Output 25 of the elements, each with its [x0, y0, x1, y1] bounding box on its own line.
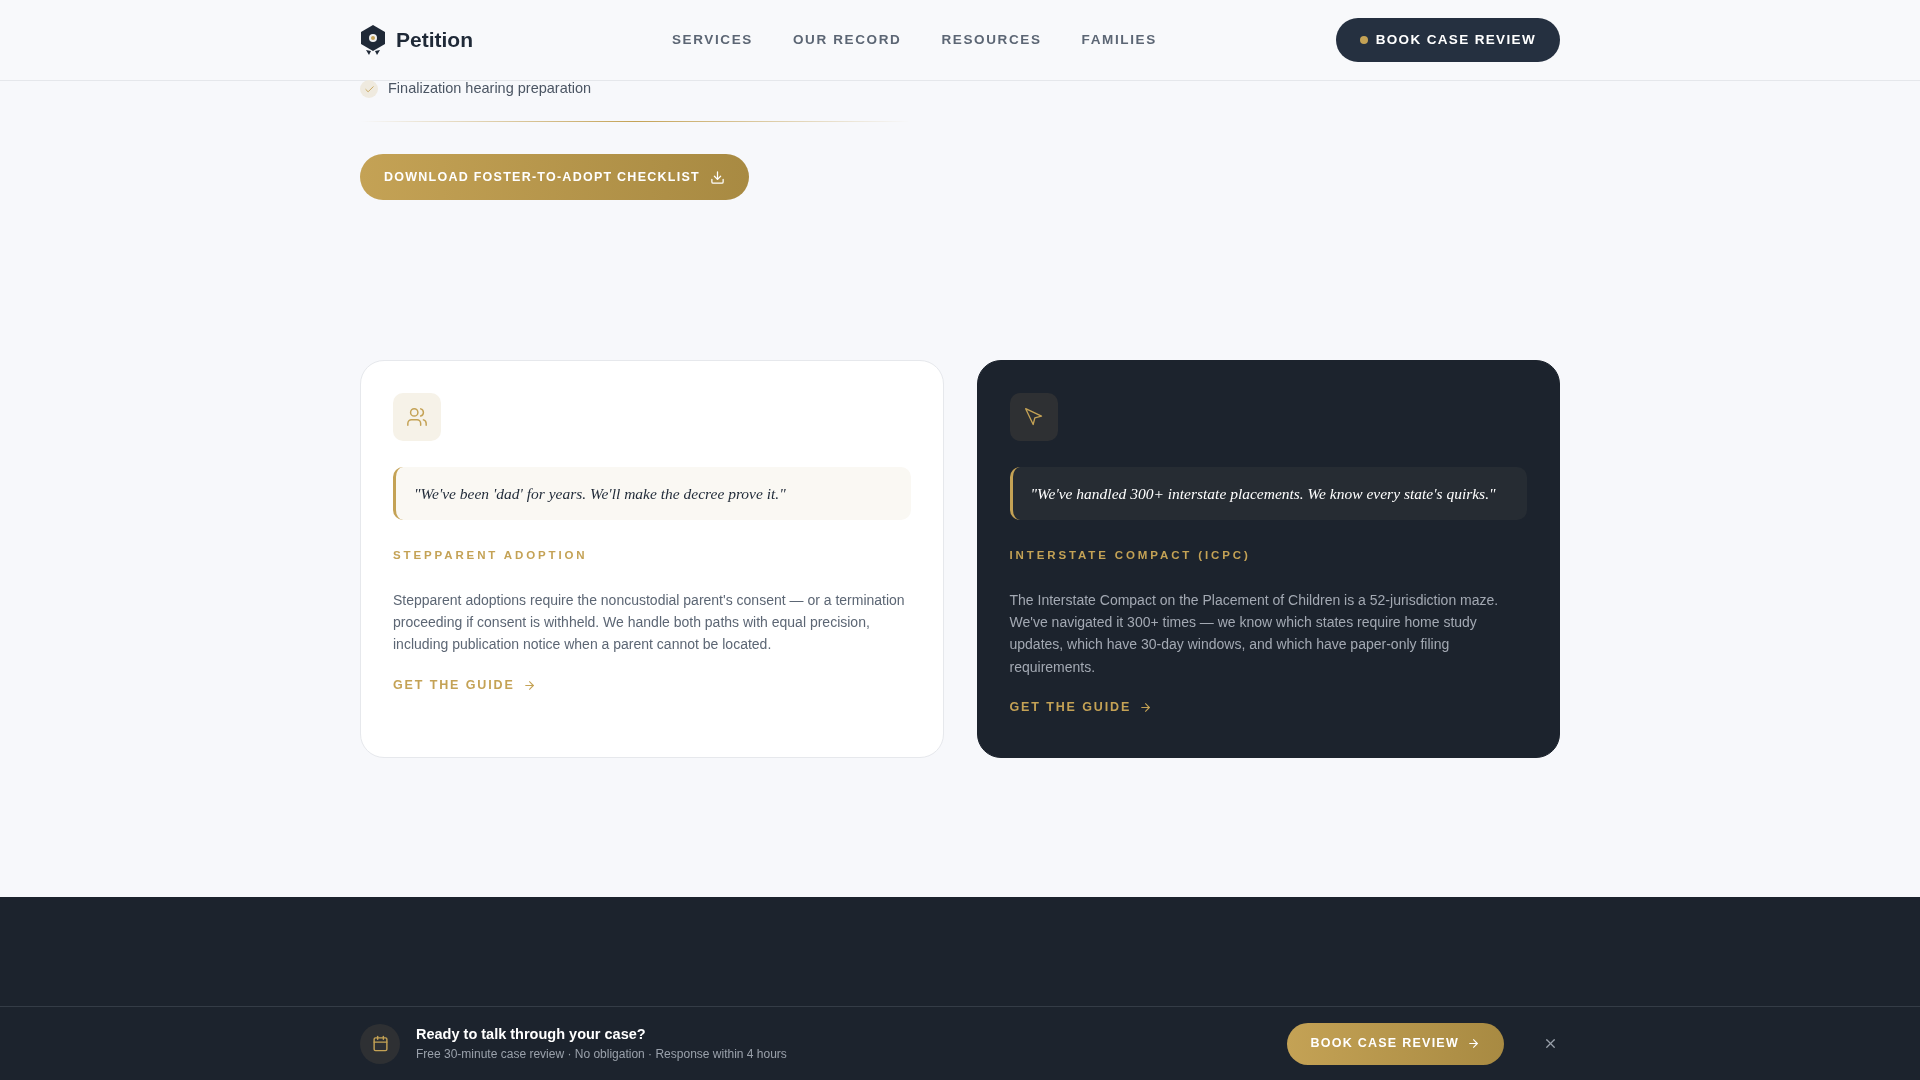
- navigation-arrow-icon: [1023, 407, 1044, 427]
- nav-link[interactable]: RESOURCES: [941, 29, 1042, 51]
- card-description: Stepparent adoptions require the noncustodial parent's consent — or a termination proceeding if consent is withheld. We handle both paths with equal precision, including publication notice when a parent cannot be located.: [393, 590, 906, 655]
- card-description: The Interstate Compact on the Placement of Children is a 52-jurisdiction maze. We've navigated it 300+ times — we know which states require home study updates, which have 30-day windows, and which have paper-only filing requirements.: [1009, 590, 1500, 677]
- logo-icon: [360, 24, 386, 56]
- nav-link[interactable]: FAMILIES: [1081, 29, 1157, 51]
- arrow-icon: [522, 678, 536, 692]
- calendar-icon: [360, 1023, 400, 1064]
- nav-link[interactable]: SERVICES: [672, 29, 753, 51]
- banner-title: Ready to talk through your case?: [416, 1024, 647, 1044]
- users-icon: [406, 406, 428, 428]
- book-review-button[interactable]: BOOK CASE REVIEW: [1335, 18, 1560, 62]
- card-title: STEPPARENT ADOPTION: [393, 548, 589, 564]
- download-checklist-button[interactable]: DOWNLOAD FOSTER-TO-ADOPT CHECKLIST: [360, 154, 749, 200]
- guide-link[interactable]: GET THE GUIDE: [1009, 698, 1153, 717]
- brand-name: Petition: [396, 27, 473, 54]
- nav-link[interactable]: OUR RECORD: [793, 29, 902, 51]
- download-icon: [709, 169, 725, 185]
- checklist-item: Finalization hearing preparation: [388, 79, 592, 99]
- quote-block: "We've been 'dad' for years. We'll make the decree prove it.": [393, 467, 911, 521]
- arrow-icon: [1467, 1037, 1480, 1050]
- quote-block: "We've handled 300+ interstate placements. We know every state's quirks.": [1009, 467, 1527, 521]
- banner-subtitle: Free 30-minute case review · No obligation · Response within 4 hours: [416, 1046, 788, 1064]
- card-title: INTERSTATE COMPACT (ICPC): [1009, 548, 1252, 564]
- arrow-icon: [1139, 700, 1153, 714]
